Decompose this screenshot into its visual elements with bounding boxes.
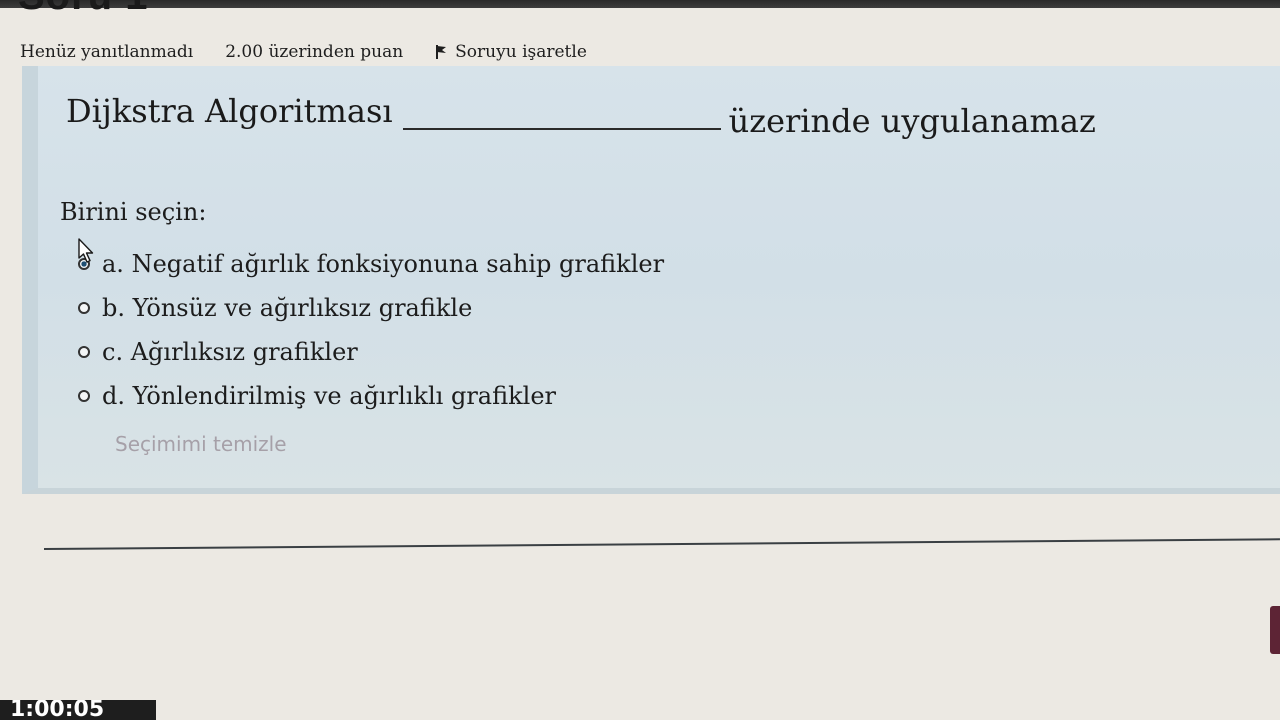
flag-icon: [435, 44, 447, 60]
option-b-label: b. Yönsüz ve ağırlıksız grafikle: [102, 294, 473, 322]
question-points: 2.00 üzerinden puan: [225, 42, 404, 62]
answer-options: a. Negatif ağırlık fonksiyonuna sahip gr…: [78, 242, 664, 418]
flag-question-label: Soruyu işaretle: [455, 42, 587, 62]
question-text-start: Dijkstra Algoritması: [66, 92, 393, 130]
radio-option-c[interactable]: [78, 346, 90, 358]
option-d-label: d. Yönlendirilmiş ve ağırlıklı grafikler: [102, 382, 556, 410]
option-b[interactable]: b. Yönsüz ve ağırlıksız grafikle: [78, 286, 664, 330]
side-panel-tab[interactable]: [1270, 606, 1280, 654]
option-a[interactable]: a. Negatif ağırlık fonksiyonuna sahip gr…: [78, 242, 664, 286]
flag-question-link[interactable]: Soruyu işaretle: [435, 42, 587, 62]
answer-blank: [402, 98, 721, 130]
option-d[interactable]: d. Yönlendirilmiş ve ağırlıklı grafikler: [78, 374, 664, 418]
option-c[interactable]: c. Ağırlıksız grafikler: [78, 330, 664, 374]
question-text-end: üzerinde uygulanamaz: [728, 102, 1096, 140]
top-bar: [0, 0, 1280, 8]
question-heading: Soru 1: [18, 0, 148, 19]
clear-choice-link[interactable]: Seçimimi temizle: [115, 432, 287, 456]
section-divider: [43, 538, 1280, 550]
answer-status: Henüz yanıtlanmadı: [20, 42, 194, 62]
radio-option-d[interactable]: [78, 390, 90, 402]
option-a-label: a. Negatif ağırlık fonksiyonuna sahip gr…: [102, 250, 665, 278]
question-text: Dijkstra Algoritması üzerinde uygulanama…: [66, 92, 1126, 140]
option-c-label: c. Ağırlıksız grafikler: [102, 338, 358, 366]
mouse-cursor-icon: [77, 238, 95, 268]
radio-option-b[interactable]: [78, 302, 90, 314]
quiz-timer: 1:00:05: [0, 700, 156, 720]
question-info: Henüz yanıtlanmadı 2.00 üzerinden puan S…: [20, 40, 587, 64]
question-content: Dijkstra Algoritması üzerinde uygulanama…: [22, 66, 1280, 494]
choice-prompt: Birini seçin:: [60, 198, 207, 226]
